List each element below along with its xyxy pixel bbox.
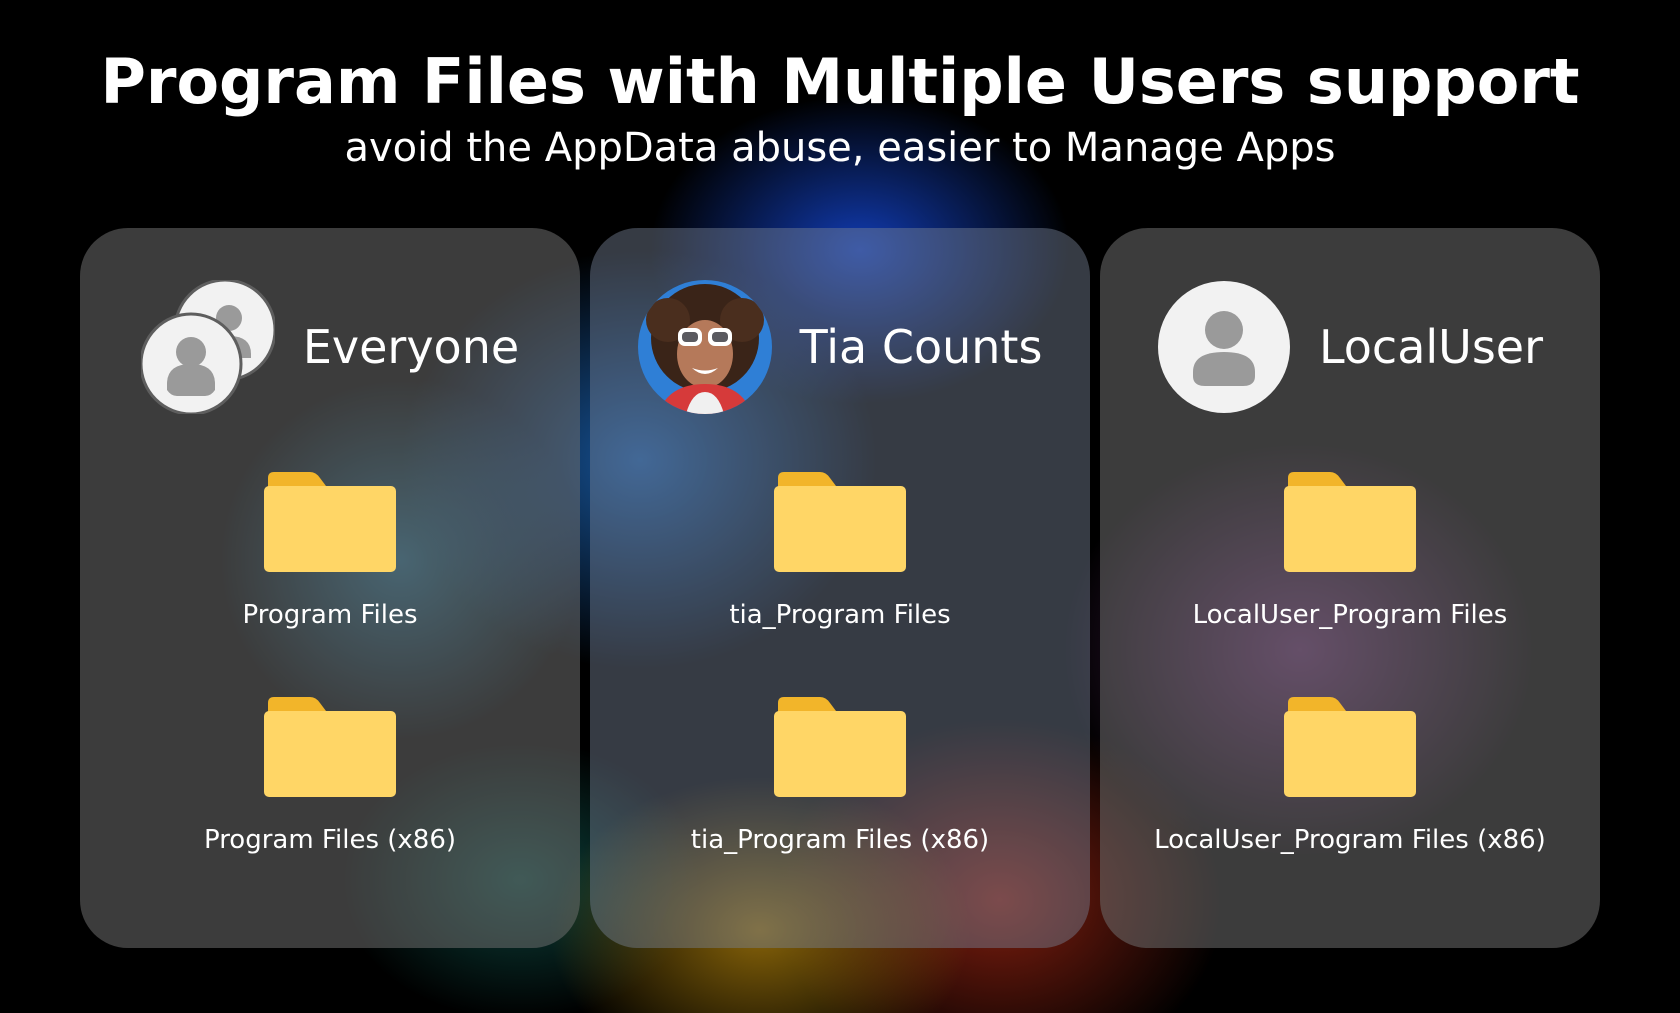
folder-item[interactable]: LocalUser_Program Files (1100, 468, 1600, 630)
folder-label: Program Files (242, 600, 418, 630)
folder-item[interactable]: LocalUser_Program Files (x86) (1100, 693, 1600, 855)
folder-item[interactable]: Program Files (x86) (80, 693, 580, 855)
folder-label: LocalUser_Program Files (1192, 600, 1508, 630)
user-icon (1157, 280, 1291, 414)
folder-item[interactable]: Program Files (80, 468, 580, 630)
folder-icon (264, 472, 396, 572)
header: Program Files with Multiple Users suppor… (0, 40, 1680, 174)
folder-label: tia_Program Files (x86) (690, 825, 990, 855)
user-header: Tia Counts (590, 280, 1090, 414)
folder-item[interactable]: tia_Program Files (x86) (590, 693, 1090, 855)
user-panel-tia-counts: Tia Counts tia_Program Files tia_Program… (590, 228, 1090, 948)
folder-icon (774, 697, 906, 797)
folder-item[interactable]: tia_Program Files (590, 468, 1090, 630)
user-panel-everyone: Everyone Program Files Program Files (x8… (80, 228, 580, 948)
folder-icon (1284, 472, 1416, 572)
user-name-label: LocalUser (1318, 320, 1544, 374)
user-name-label: Tia Counts (799, 320, 1043, 374)
user-name-label: Everyone (302, 320, 520, 374)
folder-icon (1284, 697, 1416, 797)
page-subtitle: avoid the AppData abuse, easier to Manag… (344, 125, 1336, 171)
folder-icon (774, 472, 906, 572)
folder-icon (264, 697, 396, 797)
page-title: Program Files with Multiple Users suppor… (100, 45, 1580, 118)
user-photo-avatar (637, 280, 772, 414)
folder-label: Program Files (x86) (203, 825, 457, 855)
folder-label: tia_Program Files (729, 600, 951, 630)
group-users-icon (139, 278, 277, 416)
user-header: Everyone (80, 278, 580, 416)
folder-label: LocalUser_Program Files (x86) (1154, 825, 1546, 855)
user-panel-localuser: LocalUser LocalUser_Program Files LocalU… (1100, 228, 1600, 948)
user-header: LocalUser (1100, 280, 1600, 414)
